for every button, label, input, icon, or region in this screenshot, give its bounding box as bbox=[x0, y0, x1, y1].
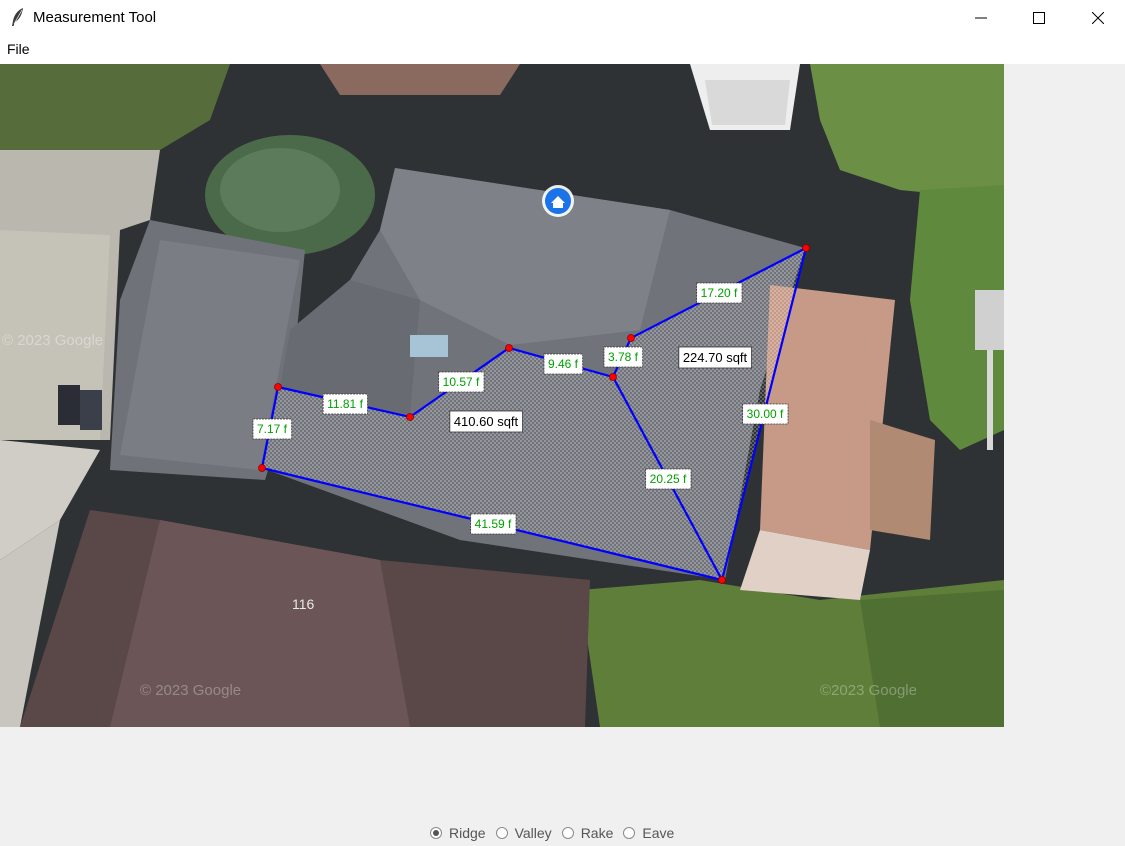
edge-length-label: 9.46 f bbox=[543, 353, 584, 375]
radio-indicator[interactable] bbox=[623, 827, 636, 839]
home-marker-icon[interactable] bbox=[542, 185, 574, 217]
svg-text:11.81 f: 11.81 f bbox=[327, 397, 363, 411]
window-title: Measurement Tool bbox=[33, 9, 157, 26]
radio-valley[interactable]: Valley bbox=[495, 825, 552, 841]
vertex-point[interactable] bbox=[406, 413, 414, 421]
edge-length-label: 20.25 f bbox=[645, 468, 692, 490]
maximize-button[interactable] bbox=[1016, 0, 1062, 36]
close-icon bbox=[1092, 12, 1104, 24]
menu-bar: File bbox=[0, 36, 1125, 64]
vertex-point[interactable] bbox=[609, 373, 617, 381]
map-canvas[interactable]: © 2023 Google © 2023 Google ©2023 Google… bbox=[0, 64, 1004, 727]
radio-indicator[interactable] bbox=[495, 827, 508, 839]
svg-text:41.59 f: 41.59 f bbox=[475, 517, 512, 531]
svg-text:20.25 f: 20.25 f bbox=[650, 472, 687, 486]
svg-text:7.17 f: 7.17 f bbox=[257, 422, 288, 436]
edge-length-label: 10.57 f bbox=[438, 371, 485, 393]
radio-eave[interactable]: Eave bbox=[623, 825, 674, 841]
vertex-point[interactable] bbox=[274, 383, 282, 391]
vertex-point[interactable] bbox=[802, 244, 810, 252]
minimize-icon bbox=[975, 17, 987, 19]
svg-text:10.57 f: 10.57 f bbox=[443, 375, 480, 389]
house-number-label: 116 bbox=[292, 596, 315, 612]
feather-icon bbox=[12, 8, 23, 26]
vertex-point[interactable] bbox=[627, 334, 635, 342]
radio-rake[interactable]: Rake bbox=[561, 825, 614, 841]
radio-label-rake: Rake bbox=[580, 825, 614, 841]
vertex-point[interactable] bbox=[505, 344, 513, 352]
radio-ridge[interactable]: Ridge bbox=[430, 825, 486, 841]
watermark-right: ©2023 Google bbox=[820, 682, 917, 699]
area-label: 410.60 sqft bbox=[449, 410, 523, 433]
area-label: 224.70 sqft bbox=[678, 346, 752, 369]
radio-indicator[interactable] bbox=[561, 827, 574, 839]
edge-length-label: 41.59 f bbox=[470, 513, 517, 535]
svg-text:30.00 f: 30.00 f bbox=[747, 407, 784, 421]
aerial-map[interactable]: © 2023 Google © 2023 Google ©2023 Google… bbox=[0, 64, 1004, 727]
svg-text:410.60 sqft: 410.60 sqft bbox=[454, 414, 519, 429]
edge-length-label: 17.20 f bbox=[696, 282, 743, 304]
radio-label-ridge: Ridge bbox=[449, 825, 486, 841]
edge-length-label: 3.78 f bbox=[603, 346, 644, 368]
edge-length-label: 30.00 f bbox=[742, 403, 789, 425]
vertex-point[interactable] bbox=[258, 464, 266, 472]
edge-length-label: 7.17 f bbox=[252, 418, 293, 440]
close-button[interactable] bbox=[1075, 0, 1121, 36]
edge-length-label: 11.81 f bbox=[322, 393, 368, 415]
vertex-point[interactable] bbox=[718, 576, 726, 584]
radio-label-eave: Eave bbox=[642, 825, 675, 841]
menu-file[interactable]: File bbox=[7, 41, 30, 57]
title-bar: Measurement Tool bbox=[0, 0, 1125, 36]
minimize-button[interactable] bbox=[958, 0, 1004, 36]
line-type-selector: Ridge Valley Rake Eave bbox=[430, 823, 684, 843]
svg-text:17.20 f: 17.20 f bbox=[701, 286, 738, 300]
svg-text:9.46 f: 9.46 f bbox=[548, 357, 579, 371]
radio-indicator[interactable] bbox=[430, 827, 442, 839]
watermark-left: © 2023 Google bbox=[2, 332, 103, 349]
watermark-bottom: © 2023 Google bbox=[140, 682, 241, 699]
svg-text:3.78 f: 3.78 f bbox=[608, 350, 639, 364]
radio-label-valley: Valley bbox=[514, 825, 552, 841]
maximize-icon bbox=[1033, 12, 1045, 24]
svg-text:224.70 sqft: 224.70 sqft bbox=[683, 350, 748, 365]
